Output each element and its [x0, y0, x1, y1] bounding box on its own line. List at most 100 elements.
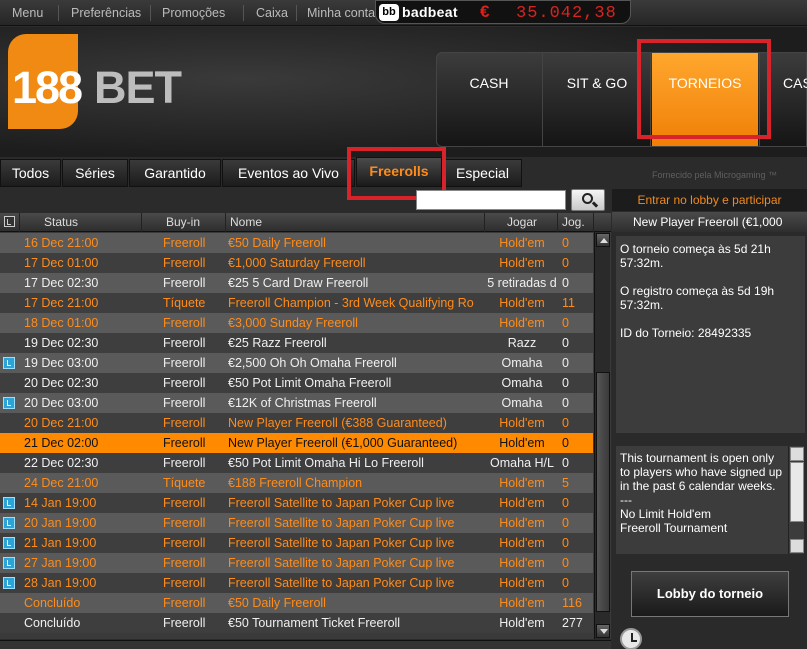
cell-buyin: Freeroll	[163, 436, 206, 450]
column-options-icon[interactable]	[4, 216, 15, 227]
tab-todos[interactable]: Todos	[0, 159, 61, 187]
table-row[interactable]: 20 Dec 02:30 Freeroll €50 Pot Limit Omaha …	[0, 373, 593, 393]
menu-link[interactable]: Menu	[12, 6, 43, 20]
cell-status: 21 Dec 02:00	[24, 436, 99, 450]
scroll-thumb[interactable]	[790, 462, 804, 522]
cell-name: €50 Pot Limit Omaha Freeroll	[228, 376, 392, 390]
cell-game: Hold'em	[499, 316, 545, 330]
cell-buyin: Freeroll	[163, 396, 206, 410]
cell-buyin: Freeroll	[163, 536, 206, 550]
scroll-thumb[interactable]	[596, 372, 610, 612]
table-row[interactable]: 24 Dec 21:00 Tíquete €188 Freeroll Champio…	[0, 473, 593, 493]
cell-status: 22 Dec 02:30	[24, 456, 99, 470]
details-title: New Player Freeroll (€1,000	[612, 212, 807, 232]
cell-players: 0	[562, 576, 569, 590]
tab-especial[interactable]: Especial	[443, 159, 522, 187]
my-account-link[interactable]: Minha conta	[307, 6, 375, 20]
cell-name: €50 Tournament Ticket Freeroll	[228, 616, 401, 630]
table-row[interactable]: 19 Dec 03:00 Freeroll €2,500 Oh Oh Omaha F…	[0, 353, 593, 373]
cell-buyin: Freeroll	[163, 336, 206, 350]
table-row[interactable]: 18 Dec 01:00 Freeroll €3,000 Sunday Freero…	[0, 313, 593, 333]
table-row[interactable]: Concluído Freeroll €50 Tournament Ticket F…	[0, 613, 593, 633]
cell-name: Freeroll Satellite to Japan Poker Cup li…	[228, 496, 455, 510]
table-row[interactable]: 22 Dec 02:30 Freeroll €50 Pot Limit Omaha …	[0, 453, 593, 473]
badbeat-jackpot[interactable]: bb badbeat € 35.042,38	[375, 0, 631, 24]
clock-icon[interactable]	[620, 628, 642, 649]
nav-cash[interactable]: CASH	[437, 53, 541, 146]
scroll-up-icon[interactable]	[790, 447, 804, 461]
column-buyin[interactable]: Buy-in	[142, 213, 226, 232]
table-row[interactable]: 14 Jan 19:00 Freeroll Freeroll Satellite …	[0, 493, 593, 513]
horizontal-scrollbar[interactable]	[0, 640, 611, 649]
nav-sit-and-go[interactable]: SIT & GO	[544, 53, 650, 146]
late-registration-icon	[3, 497, 15, 509]
badbeat-logo-icon: bb	[379, 4, 399, 21]
cell-status: 20 Dec 02:30	[24, 376, 99, 390]
details-info: O torneio começa às 5d 21h 57:32m. O reg…	[616, 236, 805, 433]
cell-status: 21 Jan 19:00	[24, 536, 97, 550]
table-row[interactable]: Concluído Freeroll €50 Daily Freeroll Hold'…	[0, 593, 593, 613]
cell-status: 20 Dec 03:00	[24, 396, 99, 410]
cell-players: 0	[562, 356, 569, 370]
column-status[interactable]: Status	[20, 213, 142, 232]
cell-game: Hold'em	[499, 236, 545, 250]
table-row[interactable]: 28 Jan 19:00 Freeroll Freeroll Satellite …	[0, 573, 593, 593]
top-menu-bar: Menu Preferências Promoções Caixa Minha …	[0, 0, 807, 26]
scroll-down-icon[interactable]	[790, 539, 804, 553]
registration-time-text: O registro começa às 5d 19h 57:32m.	[620, 284, 775, 312]
table-row[interactable]: 17 Dec 21:00 Tíquete Freeroll Champion - 3…	[0, 293, 593, 313]
tab-garantido[interactable]: Garantido	[129, 159, 221, 187]
table-row[interactable]: 19 Dec 02:30 Freeroll €25 Razz Freeroll Raz…	[0, 333, 593, 353]
column-jogar[interactable]: Jogar	[485, 213, 558, 232]
table-row[interactable]: 16 Dec 21:00 Freeroll €50 Daily Freeroll Ho…	[0, 233, 593, 253]
search-button[interactable]	[571, 189, 605, 211]
table-row-selected[interactable]: 21 Dec 02:00 Freeroll New Player Freeroll …	[0, 433, 593, 453]
cell-name: Freeroll Satellite to Japan Poker Cup li…	[228, 536, 455, 550]
tab-series[interactable]: Séries	[62, 159, 128, 187]
cell-players: 0	[562, 456, 569, 470]
cell-status: 20 Dec 21:00	[24, 416, 99, 430]
description-scrollbar[interactable]	[788, 446, 804, 554]
table-row[interactable]: 17 Dec 02:30 Freeroll €25 5 Card Draw Free…	[0, 273, 593, 293]
cell-players: 5	[562, 476, 569, 490]
column-jog[interactable]: Jog.	[558, 213, 594, 232]
cell-status: 28 Jan 19:00	[24, 576, 97, 590]
cell-players: 0	[562, 396, 569, 410]
late-registration-icon	[3, 577, 15, 589]
enter-lobby-button[interactable]: Entrar no lobby e participar	[612, 189, 807, 211]
table-row[interactable]: 20 Dec 03:00 Freeroll €12K of Christmas Fr…	[0, 393, 593, 413]
table-row[interactable]: 20 Jan 19:00 Freeroll Freeroll Satellite …	[0, 513, 593, 533]
cell-name: New Player Freeroll (€1,000 Guaranteed)	[228, 436, 458, 450]
cell-name: New Player Freeroll (€388 Guaranteed)	[228, 416, 447, 430]
cell-game: Hold'em	[499, 556, 545, 570]
table-row[interactable]: 17 Dec 01:00 Freeroll €1,000 Saturday Free…	[0, 253, 593, 273]
tournament-lobby-button[interactable]: Lobby do torneio	[631, 571, 789, 617]
cell-status: 17 Dec 02:30	[24, 276, 99, 290]
cashier-link[interactable]: Caixa	[256, 6, 288, 20]
column-options-cell[interactable]	[0, 213, 20, 232]
cell-status: Concluído	[24, 616, 81, 630]
cell-status: 16 Dec 21:00	[24, 236, 99, 250]
table-scrollbar[interactable]	[594, 232, 610, 639]
cell-game: Omaha	[501, 376, 543, 390]
column-nome[interactable]: Nome	[226, 213, 485, 232]
preferences-link[interactable]: Preferências	[71, 6, 141, 20]
cell-name: €50 Daily Freeroll	[228, 596, 326, 610]
cell-players: 0	[562, 416, 569, 430]
cell-players: 0	[562, 316, 569, 330]
cell-buyin: Freeroll	[163, 516, 206, 530]
details-description: This tournament is open only to players …	[616, 446, 788, 554]
menu-divider	[150, 5, 151, 21]
cell-status: Concluído	[24, 596, 81, 610]
scroll-down-icon[interactable]	[596, 624, 610, 638]
header: 188 BET CASH SIT & GO TORNEIOS CAS	[0, 27, 807, 157]
search-icon-handle	[591, 201, 599, 208]
table-row[interactable]: 27 Jan 19:00 Freeroll Freeroll Satellite …	[0, 553, 593, 573]
promotions-link[interactable]: Promoções	[162, 6, 225, 20]
search-input[interactable]	[416, 190, 566, 210]
scroll-up-icon[interactable]	[596, 233, 610, 247]
table-row[interactable]: 20 Dec 21:00 Freeroll New Player Freeroll …	[0, 413, 593, 433]
cell-name: €12K of Christmas Freeroll	[228, 396, 377, 410]
tab-eventos-ao-vivo[interactable]: Eventos ao Vivo	[222, 159, 355, 187]
table-row[interactable]: 21 Jan 19:00 Freeroll Freeroll Satellite …	[0, 533, 593, 553]
